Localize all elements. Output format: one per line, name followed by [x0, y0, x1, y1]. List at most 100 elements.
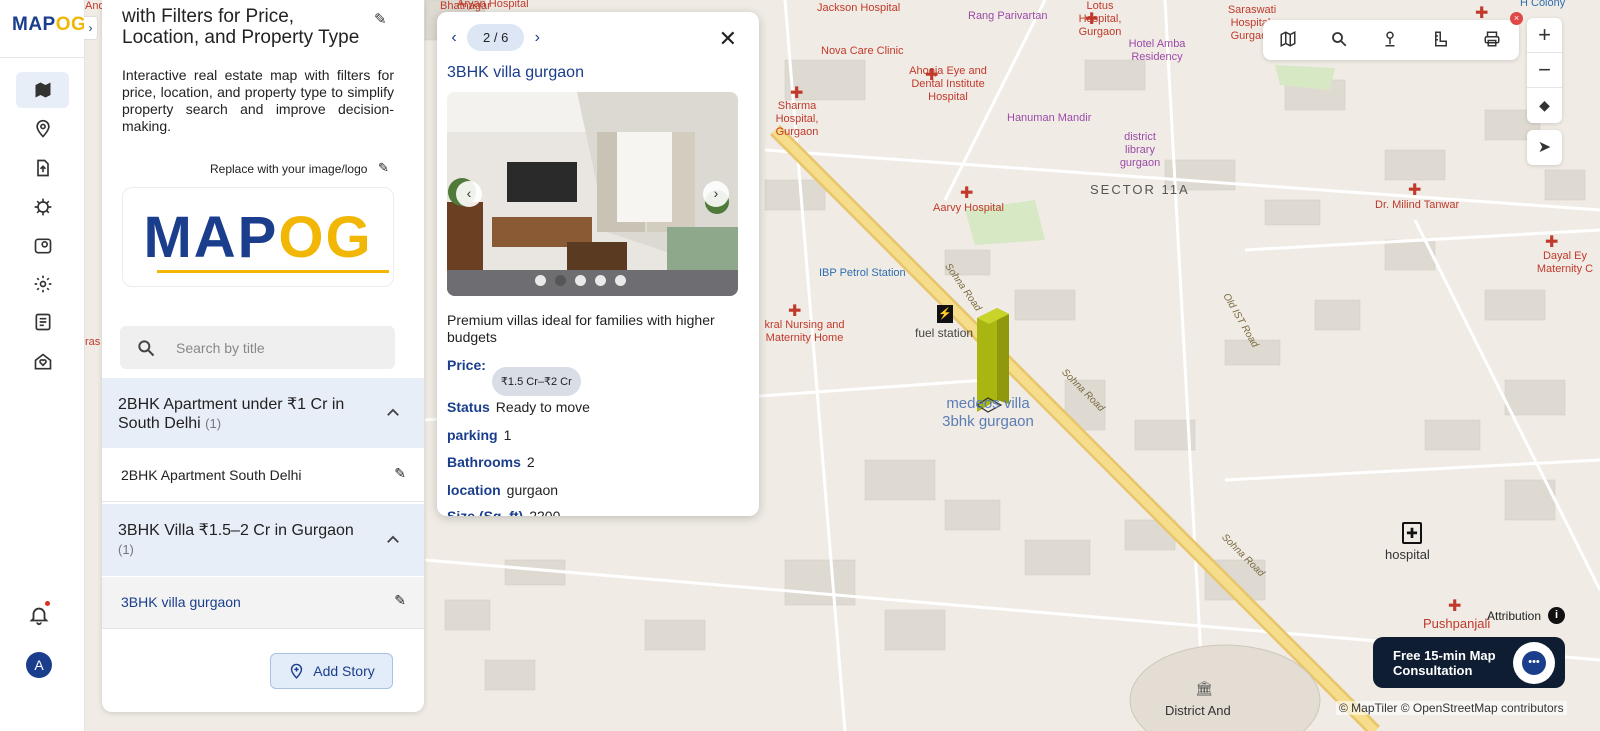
pin-icon[interactable]	[1381, 30, 1401, 50]
price-value: ₹1.5 Cr–₹2 Cr	[491, 367, 581, 396]
page-indicator: 2 / 6	[467, 24, 525, 51]
field-row: Size (Sq. ft) 2200	[447, 508, 560, 516]
compass-icon[interactable]: ◆	[1527, 88, 1562, 123]
living-room-photo	[447, 92, 738, 296]
list-item[interactable]: 3BHK villa gurgaon ✎	[102, 577, 424, 629]
edit-title-icon[interactable]: ✎	[374, 10, 387, 28]
story-logo[interactable]: MAPOG	[122, 187, 394, 287]
measure-icon[interactable]	[1432, 30, 1452, 50]
sidebar-toggle-button[interactable]: ›	[84, 16, 98, 40]
nav-map-icon[interactable]	[16, 72, 69, 108]
notification-dot	[45, 601, 50, 606]
price-row: Price: ₹1.5 Cr–₹2 Cr	[447, 357, 581, 396]
map-label: Dayal Ey Maternity C	[1536, 250, 1594, 275]
field-key: Size (Sq. ft)	[447, 508, 524, 516]
map-label: Aarvy Hospital	[933, 202, 1004, 214]
map-sector-label: SECTOR 11A	[1090, 182, 1190, 197]
nav-map-heart-icon[interactable]	[16, 344, 69, 380]
property-image[interactable]: ‹ ›	[447, 92, 738, 296]
nav-upload-icon[interactable]	[16, 150, 69, 186]
image-dot[interactable]	[555, 275, 566, 286]
close-badge-icon[interactable]: ×	[1510, 12, 1523, 25]
field-key: parking	[447, 427, 498, 443]
close-icon[interactable]: ✕	[719, 26, 737, 52]
popup-pager: ‹ 2 / 6 ›	[447, 24, 544, 51]
field-row: Bathrooms 2	[447, 454, 535, 470]
group-header-gurgaon[interactable]: 3BHK Villa ₹1.5–2 Cr in Gurgaon (1)	[102, 504, 424, 576]
consult-text: Free 15-min Map Consultation	[1393, 648, 1496, 678]
logo-underline	[157, 270, 389, 273]
nav-map-pin-icon[interactable]	[16, 228, 69, 264]
search-icon	[138, 340, 155, 357]
landmark-icon: 🏛	[1195, 680, 1213, 696]
image-dot[interactable]	[615, 275, 626, 286]
map-label: Rang Parivartan	[968, 10, 1048, 22]
field-row: parking 1	[447, 427, 511, 443]
group-title: 2BHK Apartment under ₹1 Cr in South Delh…	[118, 396, 345, 432]
prev-page-icon[interactable]: ‹	[447, 29, 461, 47]
property-popup: ‹ 2 / 6 › ✕ 3BHK villa gurgaon ‹ › Premi…	[437, 12, 759, 516]
search-input[interactable]	[176, 336, 376, 360]
edit-logo-icon[interactable]: ✎	[378, 160, 389, 176]
consultation-button[interactable]: Free 15-min Map Consultation •••	[1373, 637, 1565, 688]
add-story-button[interactable]: Add Story	[270, 653, 393, 689]
field-value: 2	[526, 454, 535, 470]
image-dot[interactable]	[535, 275, 546, 286]
zoom-in-button[interactable]: +	[1527, 18, 1562, 53]
search-box	[120, 326, 395, 369]
locate-icon[interactable]: ➤	[1527, 130, 1562, 165]
image-dot[interactable]	[595, 275, 606, 286]
villa-marker-label[interactable]: medeos villa 3bhk gurgaon	[933, 395, 1043, 431]
edit-icon[interactable]: ✎	[394, 465, 406, 482]
map-credits: © MapTiler © OpenStreetMap contributors	[1336, 701, 1567, 715]
add-location-icon	[291, 663, 303, 679]
list-item[interactable]: 2BHK Apartment South Delhi ✎	[102, 450, 424, 502]
svg-text:✚: ✚	[960, 183, 973, 202]
nav-settings-icon[interactable]	[16, 266, 69, 302]
group-header-south-delhi[interactable]: 2BHK Apartment under ₹1 Cr in South Delh…	[102, 378, 424, 448]
map-label: Sharma Hospital, Gurgaon	[775, 100, 819, 138]
notification-bell-icon[interactable]	[28, 604, 52, 628]
map-label: kral Nursing and Maternity Home	[764, 319, 845, 344]
search-icon[interactable]	[1330, 30, 1350, 50]
field-row: Status Ready to move	[447, 399, 590, 415]
list-item-label: 2BHK Apartment South Delhi	[121, 467, 302, 483]
nav-virus-icon[interactable]	[16, 189, 69, 225]
basemap-icon[interactable]	[1279, 30, 1299, 50]
map-label: hospital	[1385, 547, 1430, 562]
avatar[interactable]: A	[26, 652, 52, 678]
attribution-label[interactable]: Attribution	[1487, 609, 1541, 623]
svg-text:✚: ✚	[1448, 596, 1461, 615]
group-title: 3BHK Villa ₹1.5–2 Cr in Gurgaon (1)	[118, 522, 354, 557]
zoom-out-button[interactable]: −	[1527, 53, 1562, 88]
map-label: Hotel Amba Residency	[1128, 38, 1186, 63]
fuel-station-icon: ⚡	[937, 305, 953, 323]
field-value: 2200	[529, 508, 561, 516]
map-label: Hanuman Mandir	[1007, 112, 1092, 124]
svg-text:✚: ✚	[1408, 180, 1421, 199]
field-key: location	[447, 482, 501, 498]
app-logo[interactable]: MAPOG	[12, 14, 86, 36]
map-label: Ahooja Eye and Dental Institute Hospital	[909, 65, 987, 103]
map-label: Nova Care Clinic	[821, 45, 904, 57]
field-value: Ready to move	[495, 399, 590, 415]
map-label: Dr. Milind Tanwar	[1375, 199, 1460, 211]
image-prev-button[interactable]: ‹	[456, 181, 482, 207]
nav-location-icon[interactable]	[16, 111, 69, 147]
nav-checklist-icon[interactable]	[16, 304, 69, 340]
price-key: Price:	[447, 357, 486, 373]
info-icon[interactable]: i	[1548, 607, 1565, 624]
replace-logo-label: Replace with your image/logo	[210, 162, 368, 176]
field-value: 1	[503, 427, 512, 443]
nav-divider	[0, 57, 85, 58]
field-value: gurgaon	[506, 482, 559, 498]
image-dot[interactable]	[575, 275, 586, 286]
chevron-up-icon[interactable]	[384, 404, 402, 422]
next-page-icon[interactable]: ›	[530, 29, 544, 47]
chat-icon[interactable]: •••	[1513, 642, 1555, 684]
print-icon[interactable]	[1483, 30, 1503, 50]
story-panel: with Filters for Price, Location, and Pr…	[102, 0, 424, 712]
chevron-up-icon[interactable]	[384, 531, 402, 549]
image-next-button[interactable]: ›	[703, 181, 729, 207]
edit-icon[interactable]: ✎	[394, 592, 406, 609]
